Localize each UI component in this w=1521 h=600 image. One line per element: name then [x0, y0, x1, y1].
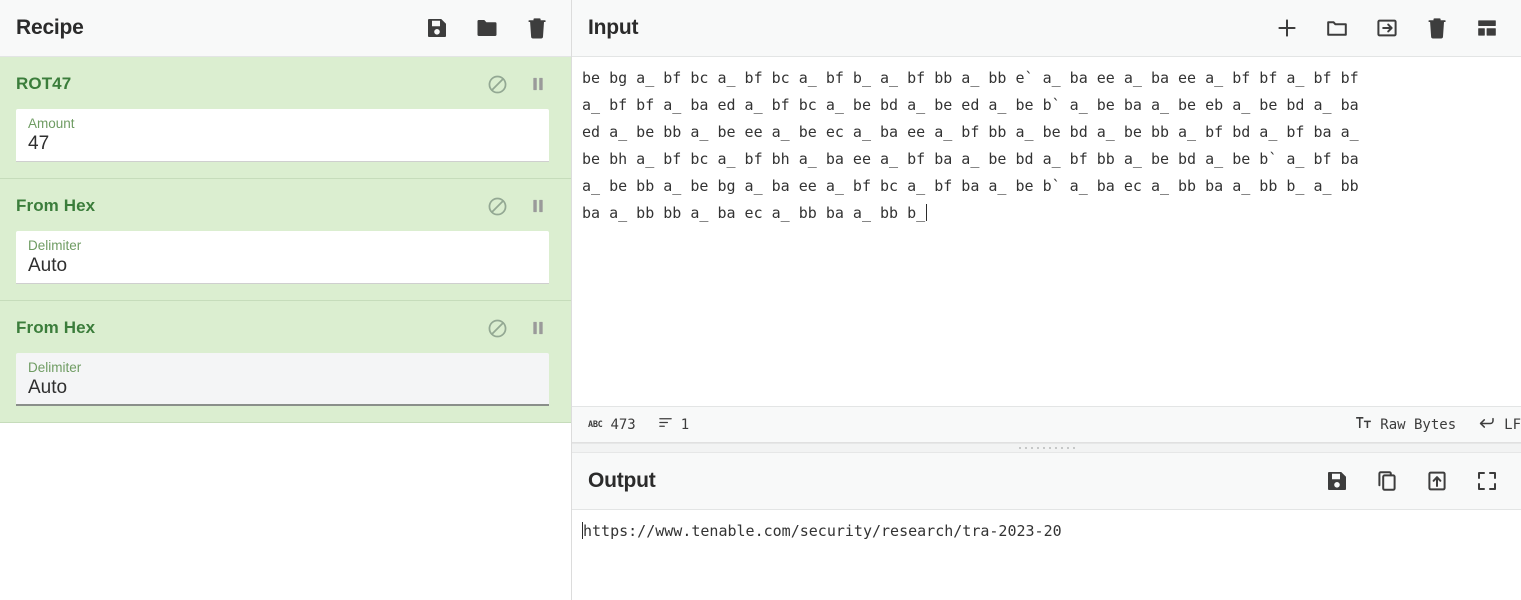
- recipe-operation-list[interactable]: ROT47 Amount 47 From Hex Delimiter Auto …: [0, 57, 571, 600]
- clear-input-icon[interactable]: [1425, 16, 1449, 40]
- save-recipe-icon[interactable]: [425, 16, 449, 40]
- reset-pane-layout-icon[interactable]: [1475, 16, 1499, 40]
- cyberchef-app: Recipe ROT47 Amount 47 From Hex Delimite…: [0, 0, 1521, 600]
- operation-actions: [486, 195, 549, 217]
- input-lines-status[interactable]: 1: [658, 415, 689, 434]
- input-line: be bg a_ bf bc a_ bf bc a_ bf b_ a_ bf b…: [582, 69, 1359, 87]
- output-header: Output: [572, 453, 1521, 510]
- open-file-icon[interactable]: [1375, 16, 1399, 40]
- output-title: Output: [588, 469, 656, 492]
- recipe-operation[interactable]: From Hex Delimiter Auto: [0, 179, 571, 301]
- line-ending-icon: [1478, 414, 1496, 436]
- page-title: Recipe: [16, 16, 84, 39]
- argument-value[interactable]: Auto: [28, 254, 537, 278]
- recipe-header-actions: [425, 16, 549, 40]
- io-splitter[interactable]: [572, 443, 1521, 453]
- lines-icon: [658, 415, 673, 434]
- argument-value[interactable]: 47: [28, 132, 537, 156]
- pause-operation-icon[interactable]: [527, 317, 549, 339]
- character-count-value: 473: [610, 416, 636, 433]
- input-length-status[interactable]: ABC 473: [588, 417, 636, 433]
- input-line: ed a_ be bb a_ be ee a_ be ec a_ ba ee a…: [582, 123, 1359, 141]
- recipe-header: Recipe: [0, 0, 571, 57]
- input-section: Input be bg a_ bf bc a_ bf bc a_ bf b_ a…: [572, 0, 1521, 443]
- input-last-line: ba a_ bb bb a_ ba ec a_ bb ba a_ bb b_: [582, 200, 1511, 227]
- recipe-pane: Recipe ROT47 Amount 47 From Hex Delimite…: [0, 0, 572, 600]
- argument-value[interactable]: Auto: [28, 376, 537, 400]
- input-header: Input: [572, 0, 1521, 57]
- operation-argument[interactable]: Delimiter Auto: [16, 231, 549, 284]
- input-line: be bh a_ bf bc a_ bf bh a_ ba ee a_ bf b…: [582, 150, 1359, 168]
- character-encoding-label: Raw Bytes: [1380, 416, 1457, 433]
- input-textarea[interactable]: be bg a_ bf bc a_ bf bc a_ bf b_ a_ bf b…: [572, 57, 1521, 406]
- argument-label: Delimiter: [28, 238, 82, 253]
- output-text-line: https://www.tenable.com/security/researc…: [582, 518, 1511, 545]
- open-folder-icon[interactable]: [1325, 16, 1349, 40]
- disable-operation-icon[interactable]: [486, 73, 508, 95]
- disable-operation-icon[interactable]: [486, 317, 508, 339]
- copy-output-icon[interactable]: [1375, 469, 1399, 493]
- text-cursor: [926, 204, 928, 221]
- argument-label: Delimiter: [28, 360, 82, 375]
- load-recipe-icon[interactable]: [475, 16, 499, 40]
- operation-title: From Hex: [16, 196, 96, 215]
- add-input-tab-icon[interactable]: [1275, 16, 1299, 40]
- input-status-bar: ABC 473 1 Raw Bytes LF: [572, 406, 1521, 442]
- maximise-output-icon[interactable]: [1475, 469, 1499, 493]
- operation-argument[interactable]: Amount 47: [16, 109, 549, 162]
- operation-header: ROT47: [16, 69, 549, 99]
- io-pane: Input be bg a_ bf bc a_ bf bc a_ bf b_ a…: [572, 0, 1521, 600]
- input-character-encoding[interactable]: Raw Bytes: [1355, 414, 1456, 435]
- output-section: Output https://www.tenable.com/security/…: [572, 453, 1521, 600]
- input-header-actions: [1275, 16, 1499, 40]
- character-encoding-icon: [1355, 414, 1372, 435]
- lines-count-value: 1: [680, 416, 690, 433]
- input-line: a_ bf bf a_ ba ed a_ bf bc a_ be bd a_ b…: [582, 96, 1359, 114]
- operation-actions: [486, 317, 549, 339]
- recipe-operation[interactable]: ROT47 Amount 47: [0, 57, 571, 179]
- replace-input-icon[interactable]: [1425, 469, 1449, 493]
- input-line-text: ba a_ bb bb a_ ba ec a_ bb ba a_ bb b_: [582, 204, 926, 222]
- input-line: a_ be bb a_ be bg a_ ba ee a_ bf bc a_ b…: [582, 177, 1359, 195]
- output-textarea[interactable]: https://www.tenable.com/security/researc…: [572, 510, 1521, 600]
- save-output-icon[interactable]: [1325, 469, 1349, 493]
- argument-label: Amount: [28, 116, 75, 131]
- character-count-icon: ABC: [588, 419, 603, 430]
- operation-argument[interactable]: Delimiter Auto: [16, 353, 549, 406]
- operation-actions: [486, 73, 549, 95]
- recipe-operation[interactable]: From Hex Delimiter Auto: [0, 301, 571, 423]
- operation-title: ROT47: [16, 74, 72, 93]
- output-text: https://www.tenable.com/security/researc…: [583, 522, 1062, 540]
- input-line-ending[interactable]: LF: [1478, 414, 1521, 436]
- operation-header: From Hex: [16, 191, 549, 221]
- splitter-grip: [1016, 446, 1077, 450]
- input-title: Input: [588, 16, 639, 39]
- pause-operation-icon[interactable]: [527, 195, 549, 217]
- line-ending-label: LF: [1504, 416, 1521, 433]
- disable-operation-icon[interactable]: [486, 195, 508, 217]
- output-header-actions: [1325, 469, 1499, 493]
- pause-operation-icon[interactable]: [527, 73, 549, 95]
- operation-title: From Hex: [16, 318, 96, 337]
- clear-recipe-icon[interactable]: [525, 16, 549, 40]
- operation-header: From Hex: [16, 313, 549, 343]
